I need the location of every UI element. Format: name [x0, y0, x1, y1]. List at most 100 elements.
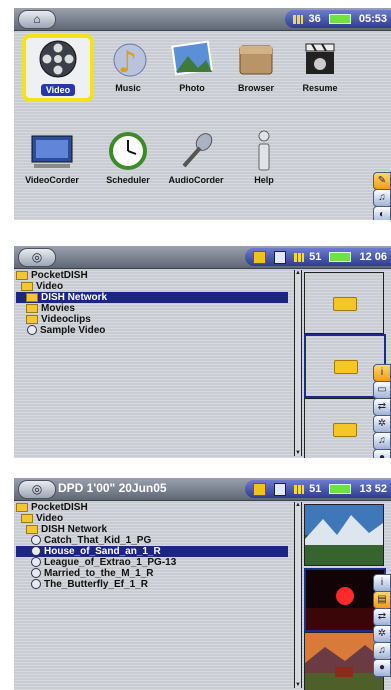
folder-icon	[16, 270, 28, 280]
list-item[interactable]: Catch_That_Kid_1_PG	[16, 535, 288, 546]
scroll-up-icon[interactable]: ▲	[294, 270, 302, 276]
headphones-icon[interactable]: ♫	[373, 432, 391, 450]
app-resume[interactable]: Resume	[288, 38, 352, 93]
app-label: Photo	[179, 83, 205, 93]
record-icon[interactable]: ●	[373, 449, 391, 458]
status-area: 36 05:53	[285, 10, 391, 28]
folder-icon	[232, 38, 280, 80]
video-file-icon	[31, 546, 41, 557]
folder-icon[interactable]: ▭	[373, 381, 391, 399]
record-icon[interactable]: ●	[373, 659, 391, 677]
app-music[interactable]: ♪ Music	[96, 38, 160, 93]
folder-icon	[333, 297, 357, 311]
volume-icon	[293, 14, 304, 24]
card-icon	[274, 250, 287, 264]
scrollbar[interactable]: ▲ ▼	[294, 502, 302, 688]
music-note-icon: ♪	[104, 38, 152, 80]
app-label: Video	[40, 84, 76, 96]
app-label: Help	[254, 175, 274, 185]
app-label: Browser	[237, 83, 274, 93]
recording-info: DPD 1'00" 20Jun05	[58, 481, 167, 495]
volume-value: 51	[309, 483, 322, 495]
move-icon[interactable]: ⇄	[373, 398, 391, 416]
battery-icon	[328, 14, 351, 25]
list-item[interactable]: Videoclips	[16, 314, 288, 325]
clock-time: 13 52	[359, 483, 387, 495]
settings-icon[interactable]: ✲	[373, 415, 391, 433]
app-browser[interactable]: Browser	[224, 38, 288, 93]
list-item[interactable]: The_Butterfly_Ef_1_R	[16, 579, 288, 590]
film-reel-icon: ◎	[31, 482, 43, 496]
home-screen: ⌂ 36 05:53 Video ♪ Music Photo Browser R…	[14, 8, 391, 220]
app-label: Scheduler	[106, 175, 150, 185]
film-reel-icon: ◎	[31, 250, 43, 264]
card-icon	[274, 482, 287, 496]
move-icon[interactable]: ⇄	[373, 608, 391, 626]
app-scheduler[interactable]: Scheduler	[96, 130, 160, 185]
folder-icon	[21, 281, 33, 291]
info-icon[interactable]: i	[373, 364, 391, 382]
thumbnail	[304, 272, 384, 334]
svg-text:♪: ♪	[118, 45, 137, 80]
app-label: Resume	[302, 83, 338, 93]
scroll-down-icon[interactable]: ▼	[294, 682, 302, 688]
home-button[interactable]: ⌂	[18, 10, 56, 29]
scroll-down-icon[interactable]: ▼	[294, 450, 302, 456]
list-item[interactable]: Video	[16, 281, 288, 292]
tools-icon[interactable]: ✎	[373, 172, 391, 190]
app-label: VideoCorder	[25, 175, 79, 185]
app-label: Music	[115, 83, 141, 93]
video-thumbnail	[304, 504, 384, 566]
list-item[interactable]: DISH Network	[16, 524, 288, 535]
folder-icon	[26, 524, 38, 534]
list-item[interactable]: League_of_Extrao_1_PG-13	[16, 557, 288, 568]
top-bar: ◎ 51 12 06	[14, 246, 391, 269]
settings-icon[interactable]: ✲	[373, 625, 391, 643]
volume-icon	[294, 252, 305, 262]
scroll-up-icon[interactable]: ▲	[294, 502, 302, 508]
app-videocorder[interactable]: VideoCorder	[20, 130, 84, 185]
app-photo[interactable]: Photo	[160, 38, 224, 93]
list-item[interactable]: Sample Video	[16, 325, 288, 336]
list-item[interactable]: PocketDISH	[16, 270, 288, 281]
video-thumbnail	[304, 632, 384, 690]
list-item[interactable]: House_of_Sand_an_1_R	[16, 546, 288, 557]
video-file-icon	[31, 579, 41, 590]
folder-icon	[333, 423, 357, 437]
back-button[interactable]: ◎	[18, 480, 56, 499]
film-reel-icon	[34, 38, 82, 80]
list-item[interactable]: Movies	[16, 303, 288, 314]
headphones-icon[interactable]: ♫	[373, 189, 391, 207]
app-video[interactable]: Video	[22, 34, 94, 102]
list-item[interactable]: Married_to_the_M_1_R	[16, 568, 288, 579]
info-icon[interactable]: i	[373, 574, 391, 592]
clapperboard-icon	[296, 38, 344, 80]
back-button[interactable]: ◎	[18, 248, 56, 267]
battery-icon	[329, 252, 352, 263]
list-item[interactable]: PocketDISH	[16, 502, 288, 513]
volume-icon	[294, 484, 305, 494]
headphones-icon[interactable]: ♫	[373, 642, 391, 660]
mode-icon	[252, 250, 266, 264]
app-audiocorder[interactable]: AudioCorder	[164, 130, 228, 185]
browser-screen: ◎ 51 12 06 PocketDISH Video DISH Network…	[14, 246, 391, 458]
volume-value: 36	[308, 13, 321, 25]
list-item[interactable]: Video	[16, 513, 288, 524]
folder-icon	[26, 292, 38, 302]
folder-icon	[334, 360, 358, 374]
list-item[interactable]: DISH Network	[16, 292, 288, 303]
scrollbar[interactable]: ▲ ▼	[294, 270, 302, 456]
app-help[interactable]: Help	[232, 130, 296, 185]
top-bar: ⌂ 36 05:53	[14, 8, 391, 31]
info-icon	[240, 130, 288, 172]
mode-icon	[252, 482, 266, 496]
clock-icon	[104, 130, 152, 172]
folder-icon	[26, 314, 38, 324]
folder-icon	[16, 502, 28, 512]
home-icon: ⌂	[33, 12, 41, 26]
volume-value: 51	[309, 251, 322, 263]
photo-icon	[168, 38, 216, 80]
document-icon[interactable]: ▤	[373, 591, 391, 609]
status-area: 51 12 06	[244, 248, 391, 266]
network-icon[interactable]: ◐	[373, 206, 391, 220]
